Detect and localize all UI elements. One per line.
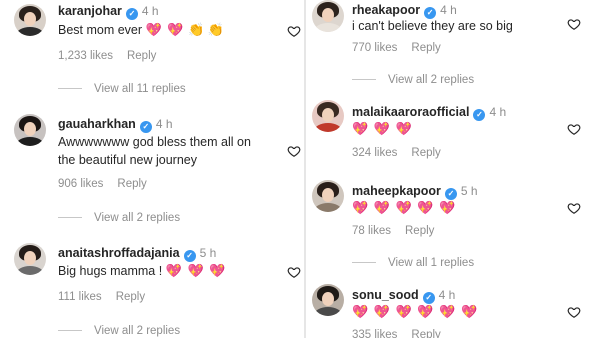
view-replies-button[interactable]: View all 2 replies xyxy=(58,325,180,337)
timestamp[interactable]: 4 h xyxy=(440,3,457,17)
likes-count[interactable]: 78 likes xyxy=(352,225,391,237)
view-replies-label: View all 2 replies xyxy=(94,212,181,224)
clap-emoji: 👏 👏 xyxy=(188,22,225,37)
view-replies-label: View all 2 replies xyxy=(94,325,181,337)
timestamp[interactable]: 5 h xyxy=(461,184,478,198)
username[interactable]: maheepkapoor xyxy=(352,184,441,198)
comment-text: 💖 💖 💖 💖 💖 💖 xyxy=(352,302,478,322)
reply-button[interactable]: Reply xyxy=(116,291,145,303)
left-comments-panel: karanjohar ✓ 4 h Best mom ever 💖 💖 👏 👏 1,2… xyxy=(0,0,304,338)
heart-outline-icon[interactable] xyxy=(287,265,301,279)
comment-header: anaitashroffadajania ✓ 5 h xyxy=(58,245,216,262)
likes-count[interactable]: 324 likes xyxy=(352,147,397,159)
username[interactable]: sonu_sood xyxy=(352,288,419,302)
heart-outline-icon[interactable] xyxy=(567,122,581,136)
view-replies-button[interactable]: View all 11 replies xyxy=(58,83,186,95)
reply-button[interactable]: Reply xyxy=(411,42,440,54)
right-comments-panel: rheakapoor ✓ 4 h i can't believe they are … xyxy=(306,0,600,338)
reply-button[interactable]: Reply xyxy=(117,178,146,190)
timestamp[interactable]: 4 h xyxy=(489,105,506,119)
reply-button[interactable]: Reply xyxy=(411,329,440,338)
comment-body: Big hugs mamma ! xyxy=(58,264,163,278)
comment-meta: 324 likes Reply xyxy=(352,147,441,159)
heart-emoji: 💖 💖 💖 💖 💖 xyxy=(352,200,457,215)
comment-body-line-2: the beautiful new journey xyxy=(58,153,197,167)
heart-outline-icon[interactable] xyxy=(567,305,581,319)
view-replies-button[interactable]: View all 1 replies xyxy=(352,257,474,269)
comment-meta: 906 likes Reply xyxy=(58,178,147,190)
heart-emoji: 💖 💖 💖 xyxy=(352,121,413,136)
username[interactable]: gauaharkhan xyxy=(58,117,136,131)
avatar[interactable] xyxy=(14,114,46,146)
likes-count[interactable]: 335 likes xyxy=(352,329,397,338)
comment-header: gauaharkhan ✓ 4 h xyxy=(58,116,173,133)
comment-meta: 78 likes Reply xyxy=(352,225,434,237)
likes-count[interactable]: 111 likes xyxy=(58,291,102,303)
comment-text: 💖 💖 💖 💖 💖 xyxy=(352,198,456,218)
verified-badge-icon: ✓ xyxy=(473,109,486,121)
comment-body-line-1: Awwwwwww god bless them all on xyxy=(58,135,251,149)
reply-button[interactable]: Reply xyxy=(411,147,440,159)
heart-outline-icon[interactable] xyxy=(287,144,301,158)
username[interactable]: malaikaaroraofficial xyxy=(352,105,469,119)
avatar[interactable] xyxy=(312,284,344,316)
heart-outline-icon[interactable] xyxy=(567,201,581,215)
heart-emoji: 💖 💖 💖 xyxy=(165,263,227,278)
comment-text: 💖 💖 💖 xyxy=(352,119,413,139)
avatar[interactable] xyxy=(312,0,344,32)
avatar[interactable] xyxy=(312,180,344,212)
comment-body: Best mom ever xyxy=(58,23,143,37)
username[interactable]: rheakapoor xyxy=(352,3,420,17)
view-replies-label: View all 2 replies xyxy=(388,74,475,86)
comment-body: i can't believe they are so big xyxy=(352,19,513,33)
heart-emoji: 💖 💖 💖 💖 💖 💖 xyxy=(352,304,479,319)
username[interactable]: anaitashroffadajania xyxy=(58,246,180,260)
comment-meta: 335 likes Reply xyxy=(352,329,441,338)
view-replies-label: View all 11 replies xyxy=(94,83,186,95)
likes-count[interactable]: 906 likes xyxy=(58,178,103,190)
view-replies-button[interactable]: View all 2 replies xyxy=(352,74,474,86)
heart-emoji: 💖 💖 xyxy=(145,22,185,37)
comment-text: Best mom ever 💖 💖 👏 👏 xyxy=(58,20,224,40)
heart-outline-icon[interactable] xyxy=(287,24,301,38)
avatar[interactable] xyxy=(14,243,46,275)
timestamp[interactable]: 4 h xyxy=(156,117,173,131)
timestamp[interactable]: 4 h xyxy=(439,288,456,302)
heart-outline-icon[interactable] xyxy=(567,17,581,31)
view-replies-label: View all 1 replies xyxy=(388,257,475,269)
comment-header: karanjohar ✓ 4 h xyxy=(58,3,159,20)
likes-count[interactable]: 1,233 likes xyxy=(58,50,113,62)
avatar[interactable] xyxy=(312,100,344,132)
comment-text: Big hugs mamma ! 💖 💖 💖 xyxy=(58,261,227,281)
reply-button[interactable]: Reply xyxy=(127,50,156,62)
verified-badge-icon: ✓ xyxy=(125,8,138,20)
avatar[interactable] xyxy=(14,4,46,36)
comment-meta: 1,233 likes Reply xyxy=(58,50,156,62)
timestamp[interactable]: 4 h xyxy=(142,4,159,18)
view-replies-button[interactable]: View all 2 replies xyxy=(58,212,180,224)
comment-meta: 111 likes Reply xyxy=(58,291,145,303)
likes-count[interactable]: 770 likes xyxy=(352,42,397,54)
username[interactable]: karanjohar xyxy=(58,4,122,18)
timestamp[interactable]: 5 h xyxy=(200,246,217,260)
reply-button[interactable]: Reply xyxy=(405,225,434,237)
comment-meta: 770 likes Reply xyxy=(352,42,441,54)
